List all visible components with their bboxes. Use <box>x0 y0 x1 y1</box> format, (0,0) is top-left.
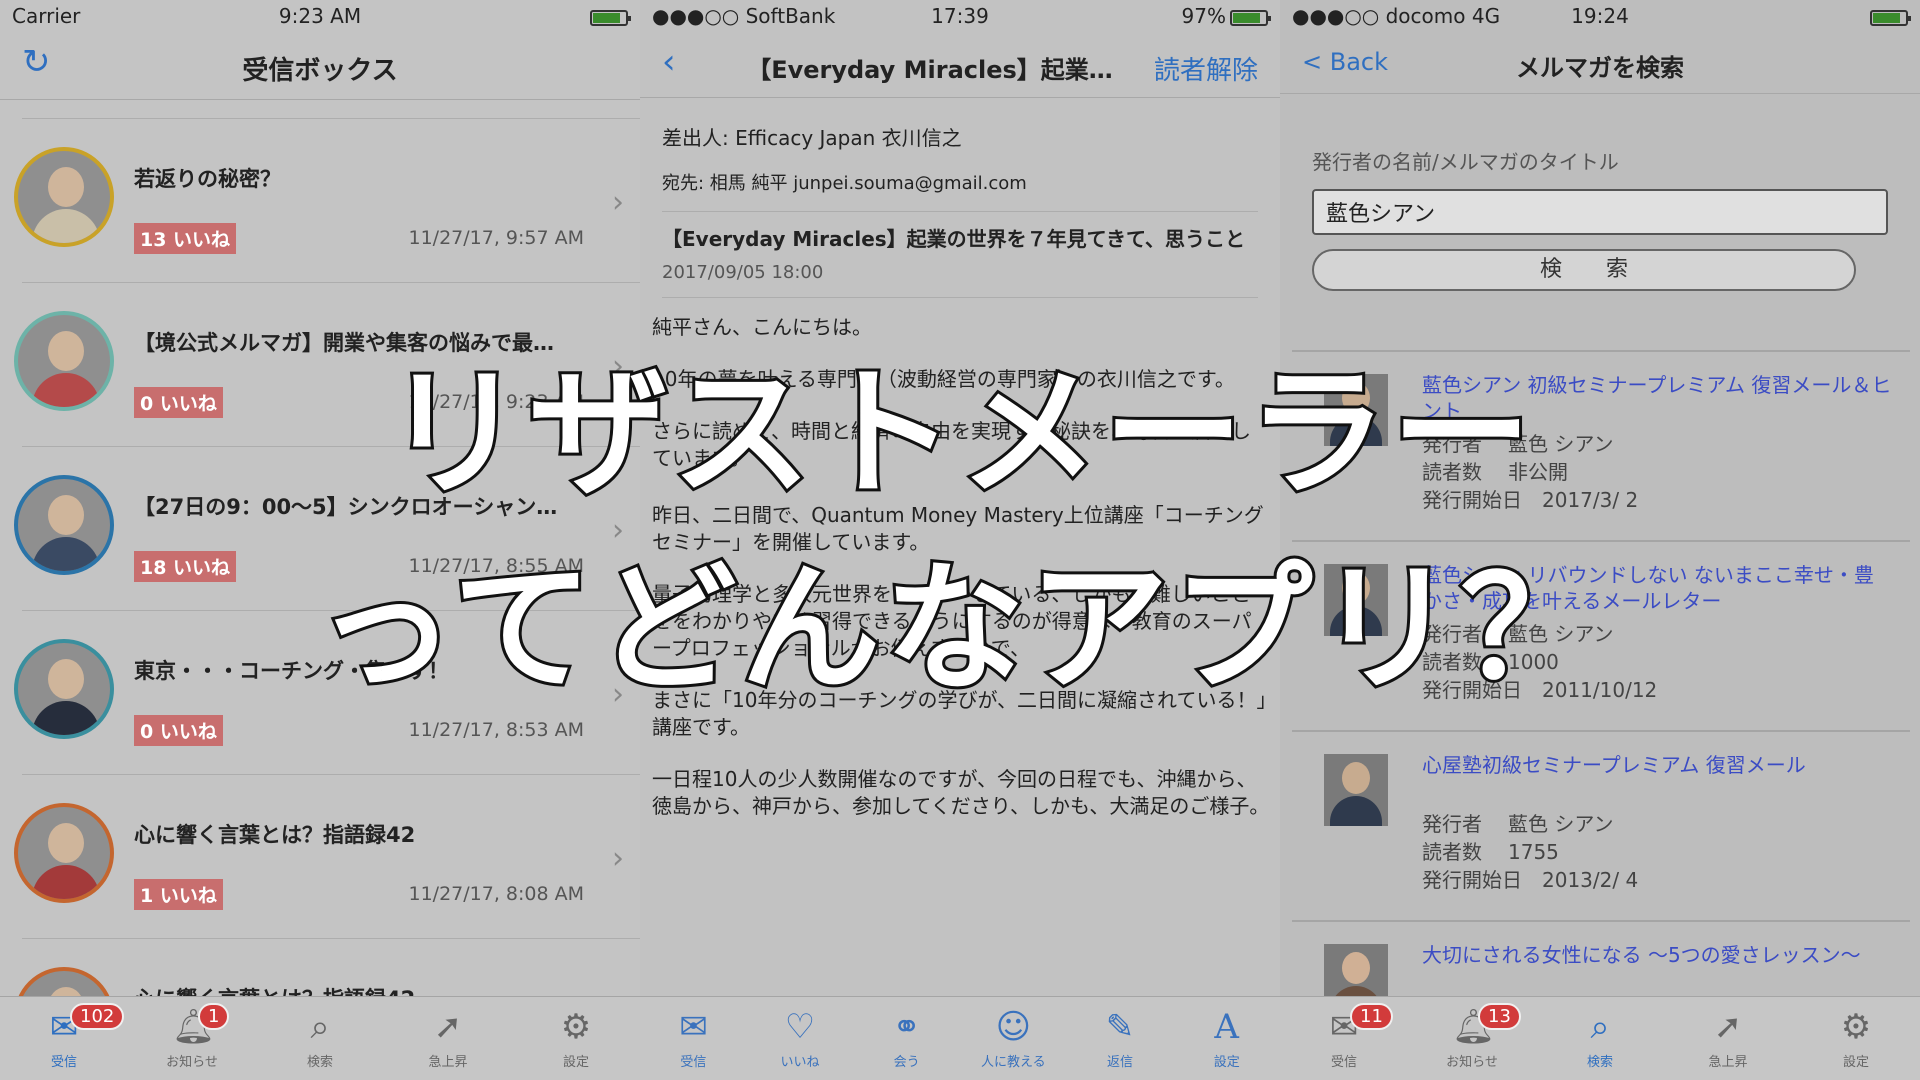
likes-badge: 0 いいね <box>134 715 223 746</box>
status-bar: ●●●○○ SoftBank 17:39 97% <box>640 0 1280 34</box>
search-icon: ⌕ <box>310 1007 330 1047</box>
search-input[interactable] <box>1312 189 1888 235</box>
likes-badge: 1 いいね <box>134 879 223 910</box>
avatar <box>1324 754 1388 826</box>
inbox-screen: Carrier 9:23 AM ↻ 受信ボックス 若返りの秘密？ 13 いいね … <box>0 0 640 1080</box>
unread-badge: 102 <box>70 1003 125 1030</box>
search-tabbar: ✉ 受信 11 🔔︎ お知らせ 13 ⌕ 検索 ➚ 急上昇 ⚙ 設定 <box>1280 996 1920 1080</box>
mail-detail-screen: ●●●○○ SoftBank 17:39 97% ‹ 【Everyday Mir… <box>640 0 1280 1080</box>
chevron-right-icon: › <box>612 185 624 220</box>
avatar <box>14 147 114 247</box>
page-title: 受信ボックス <box>242 56 398 86</box>
envelope-icon: ✉ <box>679 1007 708 1047</box>
share-button[interactable]: ☺ 人に教える <box>960 997 1067 1080</box>
chevron-right-icon: › <box>612 841 624 876</box>
page-title: メルマガを検索 <box>1516 54 1684 82</box>
mail-subject: 心に響く言葉とは？指語録42 <box>134 823 416 847</box>
mail-paragraph: 一日程10人の少人数開催なのですが、今回の日程でも、沖縄から、徳島から、神戸から… <box>652 767 1270 818</box>
trending-icon: ➚ <box>433 1007 463 1047</box>
reply-icon: ✎ <box>1105 1007 1135 1047</box>
reply-button[interactable]: ✎ 返信 <box>1067 997 1174 1080</box>
search-button[interactable]: 検索 <box>1312 249 1856 291</box>
search-navbar: < Back メルマガを検索 <box>1280 34 1920 94</box>
font-settings-button[interactable]: A 設定 <box>1173 997 1280 1080</box>
mail-subject: 若返りの秘密？ <box>134 167 281 191</box>
list-item[interactable]: 若返りの秘密？ 13 いいね 11/27/17, 9:57 AM › <box>14 118 640 282</box>
status-bar: ●●●○○ docomo 4G 19:24 <box>1280 0 1920 34</box>
mail-date: 2017/09/05 18:00 <box>662 262 1258 298</box>
gear-icon: ⚙ <box>560 1007 592 1047</box>
mail-subject: 【Everyday Miracles】起業の世界を７年見てきて、思うこと <box>662 227 1246 251</box>
tab-inbox[interactable]: ✉ 受信 11 <box>1280 997 1408 1080</box>
tab-notifications[interactable]: 🔔︎ お知らせ 1 <box>128 997 256 1080</box>
mail-recipient: 宛先: 相馬 純平 junpei.souma@gmail.com <box>662 169 1258 212</box>
unread-badge: 11 <box>1350 1003 1393 1030</box>
mail-nav-title: 【Everyday Miracles】起業… <box>747 56 1113 84</box>
clock: 19:24 <box>1571 4 1629 28</box>
notification-badge: 13 <box>1478 1003 1521 1030</box>
like-button[interactable]: ♡ いいね <box>747 997 854 1080</box>
search-screen: ●●●○○ docomo 4G 19:24 < Back メルマガを検索 発行者… <box>1280 0 1920 1080</box>
gear-icon: ⚙ <box>1840 1007 1872 1047</box>
trending-icon: ➚ <box>1713 1007 1743 1047</box>
mail-date: 11/27/17, 8:53 AM <box>408 719 584 741</box>
tab-trending[interactable]: ➚ 急上昇 <box>1664 997 1792 1080</box>
tab-settings[interactable]: ⚙ 設定 <box>1792 997 1920 1080</box>
battery-level: 97% <box>1182 4 1271 28</box>
result-meta: 発行者 藍色 シアン 読者数 1755 発行開始日 2013/2/ 4 <box>1422 812 1639 892</box>
unsubscribe-button[interactable]: 読者解除 <box>1154 50 1258 87</box>
mail-navbar: ‹ 【Everyday Miracles】起業… 読者解除 <box>640 34 1280 98</box>
tab-settings[interactable]: ⚙ 設定 <box>512 997 640 1080</box>
avatar <box>14 803 114 903</box>
tab-mail-inbox[interactable]: ✉ 受信 <box>640 997 747 1080</box>
meet-button[interactable]: ⚭ 会う <box>853 997 960 1080</box>
search-label: 発行者の名前/メルマガのタイトル <box>1312 150 1619 174</box>
search-icon: ⌕ <box>1590 1007 1610 1047</box>
mail-action-bar: ✉ 受信 ♡ いいね ⚭ 会う ☺ 人に教える ✎ 返信 A 設定 <box>640 996 1280 1080</box>
mail-paragraph: 純平さん、こんにちは。 <box>652 315 872 339</box>
status-bar: Carrier 9:23 AM <box>0 0 640 34</box>
font-size-icon: A <box>1214 1007 1239 1047</box>
headline-line-2: ってどんなアプリ？ <box>312 545 1605 714</box>
inbox-navbar: ↻ 受信ボックス <box>0 34 640 100</box>
result-title[interactable]: 大切にされる女性になる 〜5つの愛さレッスン〜 <box>1422 942 1892 968</box>
tab-inbox[interactable]: ✉ 受信 102 <box>0 997 128 1080</box>
mail-sender: 差出人: Efficacy Japan 衣川信之 <box>662 126 962 150</box>
tab-trending[interactable]: ➚ 急上昇 <box>384 997 512 1080</box>
battery-icon <box>1866 4 1911 28</box>
clock: 9:23 AM <box>278 4 362 28</box>
headline-line-1: リザストメーラー <box>382 350 1536 519</box>
tab-notifications[interactable]: 🔔︎ お知らせ 13 <box>1408 997 1536 1080</box>
tab-search[interactable]: ⌕ 検索 <box>1536 997 1664 1080</box>
search-form: 発行者の名前/メルマガのタイトル 検索 <box>1280 94 1920 291</box>
list-item[interactable]: 心屋塾初級セミナープレミアム 復習メール 発行者 藍色 シアン 読者数 1755 発… <box>1292 730 1910 920</box>
result-title[interactable]: 心屋塾初級セミナープレミアム 復習メール <box>1422 752 1892 778</box>
tab-search[interactable]: ⌕ 検索 <box>256 997 384 1080</box>
likes-badge: 13 いいね <box>134 223 237 254</box>
mail-date: 11/27/17, 8:08 AM <box>408 883 584 905</box>
heart-icon: ♡ <box>784 1007 816 1047</box>
share-person-icon: ☺ <box>995 1007 1032 1047</box>
handshake-icon: ⚭ <box>892 1007 921 1047</box>
notification-badge: 1 <box>198 1003 230 1030</box>
mail-date: 11/27/17, 9:57 AM <box>408 227 584 249</box>
list-item[interactable]: 心に響く言葉とは？指語録42 1 いいね 11/27/17, 8:08 AM › <box>14 774 640 938</box>
battery-icon <box>586 4 631 28</box>
back-icon[interactable]: ‹ <box>662 42 676 82</box>
inbox-tabbar: ✉ 受信 102 🔔︎ お知らせ 1 ⌕ 検索 ➚ 急上昇 ⚙ 設定 <box>0 996 640 1080</box>
mail-header: 差出人: Efficacy Japan 衣川信之 宛先: 相馬 純平 junpe… <box>640 98 1280 298</box>
